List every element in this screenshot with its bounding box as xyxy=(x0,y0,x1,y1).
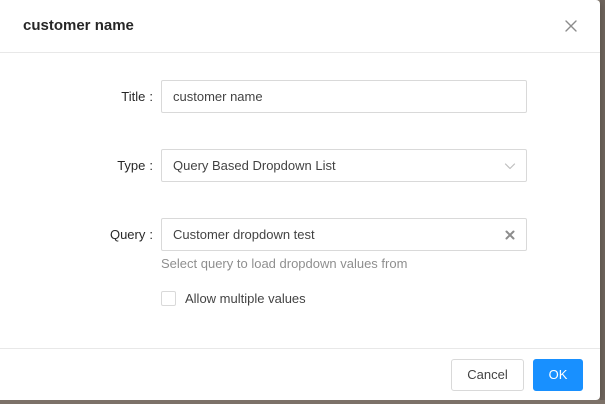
dialog-title: customer name xyxy=(23,17,134,34)
chevron-down-icon xyxy=(504,163,516,170)
type-label-text: Type xyxy=(117,158,146,173)
clear-icon[interactable] xyxy=(505,230,515,240)
type-select[interactable]: Query Based Dropdown List xyxy=(161,149,527,182)
title-field-label: Title: xyxy=(13,89,153,105)
title-label-text: Title xyxy=(121,89,146,104)
modal-backdrop xyxy=(600,0,605,404)
title-label-colon: : xyxy=(149,89,153,104)
allow-multiple-values-checkbox[interactable] xyxy=(161,291,176,306)
query-label-colon: : xyxy=(149,227,153,242)
query-select-value: Customer dropdown test xyxy=(173,227,315,242)
query-field-label: Query: xyxy=(13,227,153,243)
dialog-footer: Cancel OK xyxy=(0,348,600,401)
type-field-label: Type: xyxy=(13,158,153,174)
dialog-header: customer name xyxy=(0,0,600,53)
allow-multiple-values-label[interactable]: Allow multiple values xyxy=(185,291,306,307)
edit-parameter-dialog: customer name Title: Type: Query Based D… xyxy=(0,0,600,400)
close-icon xyxy=(565,20,577,32)
type-select-value: Query Based Dropdown List xyxy=(173,158,336,173)
query-help-text: Select query to load dropdown values fro… xyxy=(161,256,408,271)
query-select[interactable]: Customer dropdown test xyxy=(161,218,527,251)
modal-backdrop-bottom xyxy=(0,400,605,404)
type-label-colon: : xyxy=(149,158,153,173)
title-input[interactable] xyxy=(161,80,527,113)
close-button[interactable] xyxy=(559,16,583,38)
ok-button[interactable]: OK xyxy=(533,359,583,391)
title-input-field[interactable] xyxy=(173,89,503,105)
cancel-button[interactable]: Cancel xyxy=(451,359,524,391)
query-label-text: Query xyxy=(109,227,146,242)
